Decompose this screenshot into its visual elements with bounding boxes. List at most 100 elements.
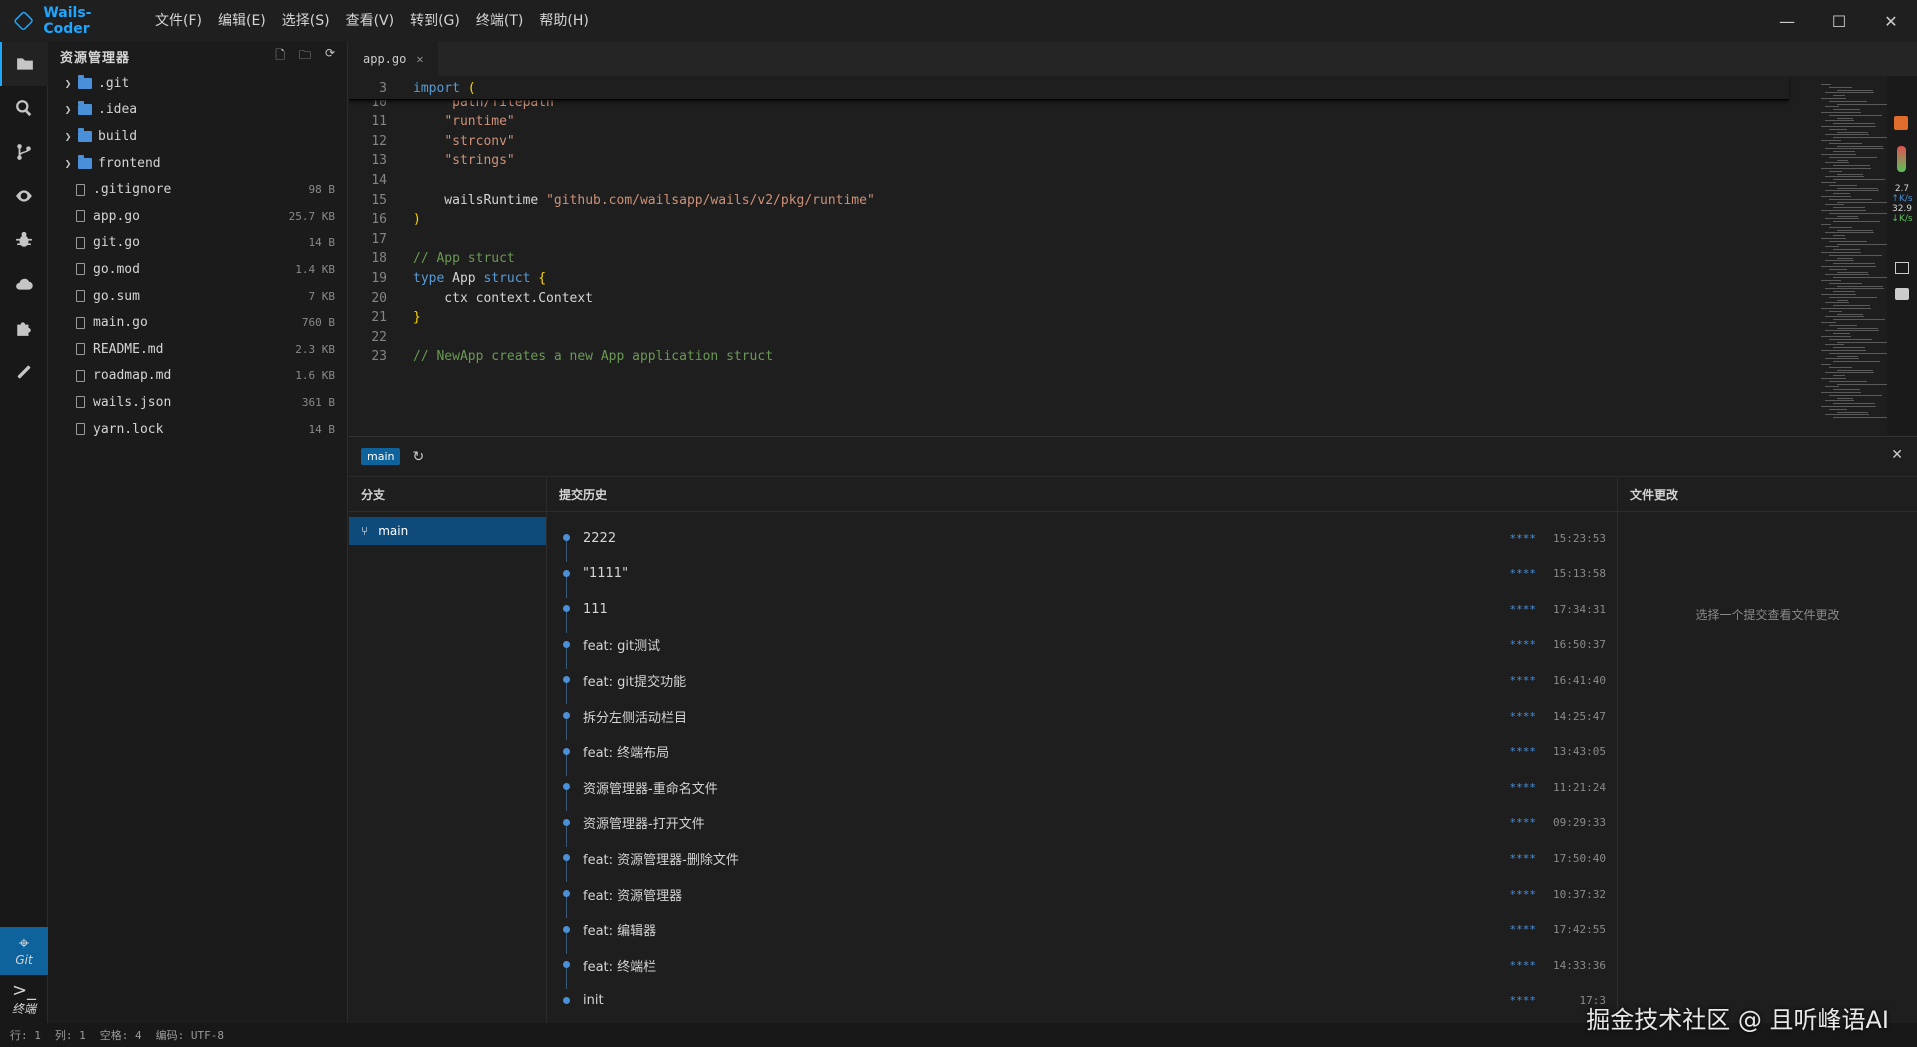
upload-arrow-icon: ↑ <box>1891 194 1899 204</box>
menu-item[interactable]: 编辑(E) <box>210 0 274 42</box>
menu-bar: 文件(F) 编辑(E) 选择(S) 查看(V) 转到(G) 终端(T) 帮助(H) <box>147 0 597 42</box>
commit-row[interactable]: "1111" **** 15:13:58 <box>547 556 1618 598</box>
git-refresh-icon[interactable]: ↻ <box>412 449 424 465</box>
chevron-right-icon[interactable]: ❯ <box>60 77 76 90</box>
commit-row[interactable]: feat: 终端栏 **** 14:33:36 <box>547 947 1618 990</box>
refresh-icon[interactable]: ⟳ <box>325 46 335 67</box>
menu-item[interactable]: 文件(F) <box>147 0 210 42</box>
menu-item[interactable]: 终端(T) <box>468 0 531 42</box>
title-bar: Wails-Coder 文件(F) 编辑(E) 选择(S) 查看(V) 转到(G) 终端(… <box>0 0 1917 42</box>
commit-time: 14:33:36 <box>1553 958 1606 972</box>
close-tab-icon[interactable]: ✕ <box>416 52 423 66</box>
terminal-activity[interactable]: >_ 终端 <box>0 975 48 1023</box>
file-icon <box>76 343 85 356</box>
tree-file[interactable]: README.md 2.3 KB <box>48 336 347 363</box>
line-number: 15 <box>371 192 387 208</box>
menu-item[interactable]: 查看(V) <box>338 0 403 42</box>
status-line[interactable]: 行: 1 <box>10 1027 41 1043</box>
status-spaces[interactable]: 空格: 4 <box>100 1027 142 1043</box>
current-branch-badge[interactable]: main <box>361 448 401 465</box>
commit-row[interactable]: init **** 17:3 <box>547 983 1618 1019</box>
chevron-right-icon[interactable]: ❯ <box>60 130 76 143</box>
tree-file[interactable]: go.sum 7 KB <box>48 283 347 310</box>
commit-author: **** <box>1509 638 1537 652</box>
commit-row[interactable]: 资源管理器-打开文件 **** 09:29:33 <box>547 805 1618 847</box>
editor-area: app.go ✕ 3 import ( 10 "path/filepath" 11… <box>349 42 1917 435</box>
commit-row[interactable]: feat: 终端布局 **** 13:43:05 <box>547 734 1618 776</box>
commit-row[interactable]: 资源管理器-重命名文件 **** 11:21:24 <box>547 769 1618 812</box>
tree-file[interactable]: app.go 25.7 KB <box>48 203 347 230</box>
explorer-activity[interactable] <box>0 42 48 86</box>
source-control-activity[interactable] <box>0 130 48 174</box>
tree-file[interactable]: roadmap.md 1.6 KB <box>48 363 347 390</box>
commit-author: **** <box>1509 887 1537 901</box>
tab-app-go[interactable]: app.go ✕ <box>349 42 438 76</box>
tree-folder[interactable]: ❯ frontend <box>48 150 347 177</box>
code-line: ) <box>413 212 421 228</box>
close-window-button[interactable]: ✕ <box>1865 0 1917 42</box>
menu-item[interactable]: 转到(G) <box>402 0 468 42</box>
new-file-icon[interactable]: 🗋 <box>275 46 285 67</box>
editor-tabs: app.go ✕ <box>349 42 1917 76</box>
chevron-right-icon[interactable]: ❯ <box>60 103 76 116</box>
commit-row[interactable]: feat: git提交功能 **** 16:41:40 <box>547 662 1618 705</box>
code-row[interactable]: 15 wailsRuntime "github.com/wailsapp/wai… <box>349 188 874 212</box>
cloud-activity[interactable] <box>0 262 48 306</box>
code-line: "strings" <box>444 153 515 169</box>
tree-file[interactable]: wails.json 361 B <box>48 389 347 416</box>
tree-file[interactable]: git.go 14 B <box>48 230 347 257</box>
commit-author: **** <box>1509 745 1537 759</box>
code-view[interactable]: 3 import ( 10 "path/filepath" 11 "runtime… <box>349 76 1917 435</box>
tools-activity[interactable] <box>0 350 48 394</box>
new-folder-icon[interactable]: 🗀 <box>299 46 311 67</box>
branch-item-main[interactable]: ⑂ main <box>349 517 546 545</box>
tree-item-size: 14 B <box>308 236 336 250</box>
debug-activity[interactable] <box>0 218 48 262</box>
tree-item-name: go.sum <box>93 288 140 304</box>
commit-row[interactable]: 拆分左侧活动栏目 **** 14:25:47 <box>547 698 1618 740</box>
download-speed: 32.9 <box>1891 204 1913 214</box>
commit-message: 111 <box>583 601 608 617</box>
close-panel-icon[interactable]: ✕ <box>1891 447 1903 463</box>
tree-item-name: README.md <box>93 341 164 357</box>
commit-row[interactable]: 2222 **** 15:23:53 <box>547 520 1618 562</box>
commit-time: 15:13:58 <box>1553 567 1606 581</box>
commit-row[interactable]: 111 **** 17:34:31 <box>547 591 1618 634</box>
status-encoding[interactable]: 编码: UTF-8 <box>156 1027 224 1043</box>
activity-bar: ⌖ Git >_ 终端 <box>0 42 48 1023</box>
chart-icon[interactable] <box>1895 262 1909 274</box>
search-activity[interactable] <box>0 86 48 130</box>
commit-time: 16:41:40 <box>1553 673 1606 687</box>
menu-item[interactable]: 帮助(H) <box>531 0 596 42</box>
lookup-icon[interactable] <box>1895 288 1909 300</box>
tree-file[interactable]: main.go 760 B <box>48 309 347 336</box>
line-number: 23 <box>371 349 387 365</box>
menu-item[interactable]: 选择(S) <box>274 0 338 42</box>
commit-row[interactable]: feat: 资源管理器-删除文件 **** 17:50:40 <box>547 840 1618 883</box>
tree-item-size: 7 KB <box>308 289 336 303</box>
tree-file[interactable]: .gitignore 98 B <box>48 176 347 203</box>
tree-file[interactable]: yarn.lock 14 B <box>48 416 347 443</box>
extensions-activity[interactable] <box>0 306 48 350</box>
tree-folder[interactable]: ❯ .git <box>48 70 347 97</box>
minimize-button[interactable]: — <box>1761 0 1813 42</box>
commit-row[interactable]: feat: 编辑器 **** 17:42:55 <box>547 912 1618 954</box>
tree-folder[interactable]: ❯ .idea <box>48 97 347 124</box>
watch-activity[interactable] <box>0 174 48 218</box>
terminal-icon: >_ <box>11 979 37 1001</box>
chevron-right-icon[interactable]: ❯ <box>60 157 76 170</box>
branch-name: main <box>378 524 409 538</box>
maximize-button[interactable]: ☐ <box>1813 0 1865 42</box>
code-row[interactable]: 23 // NewApp creates a new App applicatio… <box>349 345 773 369</box>
commit-author: **** <box>1509 567 1537 581</box>
status-col[interactable]: 列: 1 <box>55 1027 86 1043</box>
tree-file[interactable]: go.mod 1.4 KB <box>48 256 347 283</box>
commit-dot-icon <box>563 996 570 1004</box>
tree-folder[interactable]: ❯ build <box>48 123 347 150</box>
git-activity[interactable]: ⌖ Git <box>0 927 48 975</box>
file-icon <box>76 290 85 303</box>
sticky-scroll-line[interactable]: 3 import ( <box>349 76 1789 100</box>
commit-row[interactable]: feat: 资源管理器 **** 10:37:32 <box>547 876 1618 918</box>
window-controls: — ☐ ✕ <box>1761 0 1917 42</box>
commit-row[interactable]: feat: git测试 **** 16:50:37 <box>547 627 1618 669</box>
